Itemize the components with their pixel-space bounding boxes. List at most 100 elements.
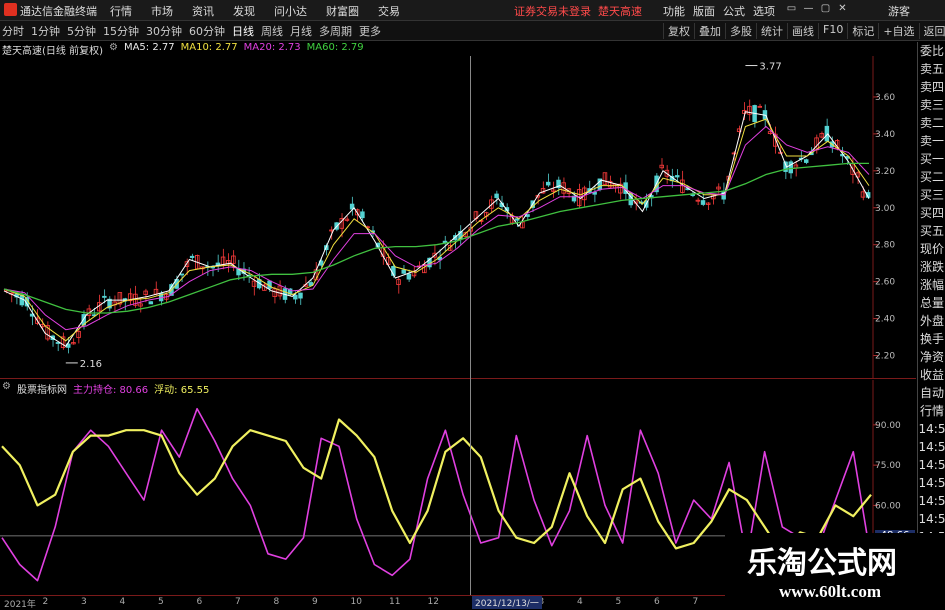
side-item-12: 涨跌 xyxy=(919,260,944,274)
minimize-icon[interactable]: — xyxy=(800,3,817,14)
side-item-3: 卖三 xyxy=(919,98,944,112)
tab-period-0[interactable]: 分时 xyxy=(2,23,24,39)
tool-button-5[interactable]: F10 xyxy=(818,23,847,39)
tab-period-10[interactable]: 更多 xyxy=(359,23,381,39)
date-label: 6 xyxy=(654,597,660,607)
right-menu-item-0[interactable]: 功能 xyxy=(663,3,685,19)
indicator-tick-label: 60.00 xyxy=(875,501,901,511)
side-item-14: 总量 xyxy=(919,296,944,310)
indicator-tick-label: 90.00 xyxy=(875,421,901,431)
title-bar: 通达信金融终端 行情 市场 资讯 发现 问小达 财富圈 交易 证券交易未登录 楚天高速 功能… xyxy=(0,0,945,21)
pane-divider[interactable] xyxy=(0,378,916,379)
menu-item-2[interactable]: 资讯 xyxy=(192,3,214,19)
side-item-21: 14:5 xyxy=(918,422,945,436)
candle-body xyxy=(308,282,314,286)
side-item-13: 涨幅 xyxy=(919,278,944,292)
tab-period-1[interactable]: 1分钟 xyxy=(31,23,60,39)
ma60-label: MA60: 2.79 xyxy=(306,42,364,53)
candle-body xyxy=(148,301,154,305)
side-item-22: 14:5 xyxy=(918,440,945,454)
price-tick-label: 2.80 xyxy=(875,241,895,251)
watermark-url: www.60lt.com xyxy=(779,582,881,601)
tab-period-2[interactable]: 5分钟 xyxy=(67,23,96,39)
kline-chart[interactable]: 3.60 3.40 3.20 3.00 2.80 2.60 2.40 2.20 3.77 2.16 xyxy=(0,56,916,378)
side-item-2: 卖四 xyxy=(919,80,944,94)
close-icon[interactable]: ✕ xyxy=(834,3,851,14)
date-label: 12 xyxy=(427,597,439,607)
candle-body xyxy=(700,200,706,205)
candlesticks xyxy=(4,99,871,354)
low-marker-label: 2.16 xyxy=(80,359,102,370)
tab-period-4[interactable]: 30分钟 xyxy=(146,23,182,39)
login-warning[interactable]: 证券交易未登录 楚天高速 xyxy=(514,3,642,19)
tab-period-5[interactable]: 60分钟 xyxy=(189,23,225,39)
period-tabs: 分时 1分钟 5分钟 15分钟 30分钟 60分钟 日线 周线 月线 多周期 更多 xyxy=(2,23,388,39)
side-item-0: 委比 xyxy=(919,44,944,58)
quote-side-panel[interactable]: 委比 卖五 卖四 卖三 卖二 卖一 买一 买二 买三 买四 买五 现价 涨跌 涨幅 总量 外盘 换手 净资 收益 自动… xyxy=(917,42,945,594)
watermark-title: 乐淘公式网 xyxy=(747,546,897,581)
crosshair-date: 2021/12/13/一 xyxy=(472,596,542,609)
tool-button-1[interactable]: 叠加 xyxy=(694,23,725,39)
tab-period-8[interactable]: 月线 xyxy=(290,23,312,39)
tool-button-8[interactable]: 返回 xyxy=(918,23,945,39)
tab-period-7[interactable]: 周线 xyxy=(261,23,283,39)
right-menu-item-3[interactable]: 选项 xyxy=(753,3,775,19)
maximize-icon[interactable]: ▢ xyxy=(817,3,834,14)
price-tick-label: 3.40 xyxy=(875,130,895,140)
date-label: 2021年 xyxy=(4,600,36,610)
tool-button-0[interactable]: 复权 xyxy=(663,23,694,39)
menu-item-6[interactable]: 交易 xyxy=(378,3,400,19)
tool-button-7[interactable]: +自选 xyxy=(878,23,918,39)
ma5-label: MA5: 2.77 xyxy=(123,42,175,53)
menu-item-1[interactable]: 市场 xyxy=(151,3,173,19)
visitor-label[interactable]: 游客 xyxy=(888,3,910,19)
side-item-20: 行情 xyxy=(919,404,944,418)
date-label: 4 xyxy=(119,597,126,607)
side-item-15: 外盘 xyxy=(919,314,944,328)
candle-body xyxy=(401,269,406,274)
date-label: 5 xyxy=(158,597,164,607)
side-item-24: 14:5 xyxy=(918,476,945,490)
side-item-16: 换手 xyxy=(919,332,944,346)
ma20-label: MA20: 2.73 xyxy=(243,42,301,53)
date-label: 6 xyxy=(196,597,203,607)
date-label: 5 xyxy=(615,597,622,607)
right-menu-item-1[interactable]: 版面 xyxy=(693,3,715,19)
tool-button-6[interactable]: 标记 xyxy=(847,23,878,39)
price-tick-label: 3.20 xyxy=(875,167,895,177)
candle-body xyxy=(545,181,551,186)
candle-body xyxy=(406,273,412,280)
candle-body xyxy=(360,211,365,219)
date-label: 7 xyxy=(235,597,241,607)
settings-icon[interactable]: ⚙ xyxy=(109,42,118,56)
tool-button-4[interactable]: 画线 xyxy=(787,23,818,39)
price-tick-label: 2.20 xyxy=(875,352,895,362)
date-label: 8 xyxy=(273,597,280,607)
candle-body xyxy=(102,295,107,298)
candle-body xyxy=(804,159,809,163)
side-item-6: 买一 xyxy=(919,152,944,166)
side-item-9: 买四 xyxy=(919,206,944,220)
menu-item-5[interactable]: 财富圈 xyxy=(326,3,359,19)
menu-item-4[interactable]: 问小达 xyxy=(274,3,307,19)
menu-item-0[interactable]: 行情 xyxy=(110,3,132,19)
menu-item-3[interactable]: 发现 xyxy=(233,3,255,19)
tab-period-9[interactable]: 多周期 xyxy=(319,23,352,39)
tool-button-2[interactable]: 多股 xyxy=(725,23,756,39)
stock-label: 楚天高速(日线 前复权) xyxy=(2,46,103,57)
restore-icon[interactable]: ▭ xyxy=(783,3,800,14)
side-item-17: 净资 xyxy=(919,350,944,364)
window-controls: ▭ — ▢ ✕ xyxy=(783,3,851,14)
right-menu-item-2[interactable]: 公式 xyxy=(723,3,745,19)
side-item-4: 卖二 xyxy=(919,116,944,130)
period-toolbar: 分时 1分钟 5分钟 15分钟 30分钟 60分钟 日线 周线 月线 多周期 更多 复权 叠加 多股 统计… xyxy=(0,21,945,41)
side-item-1: 卖五 xyxy=(919,62,944,76)
price-tick-label: 2.40 xyxy=(875,315,895,325)
tab-period-3[interactable]: 15分钟 xyxy=(103,23,139,39)
right-menu: 功能 版面 公式 选项 xyxy=(663,3,783,19)
side-item-11: 现价 xyxy=(919,242,944,256)
tab-period-6[interactable]: 日线 xyxy=(232,23,254,39)
tool-button-3[interactable]: 统计 xyxy=(756,23,787,39)
app-logo-icon xyxy=(4,3,17,16)
candle-body xyxy=(494,193,499,199)
